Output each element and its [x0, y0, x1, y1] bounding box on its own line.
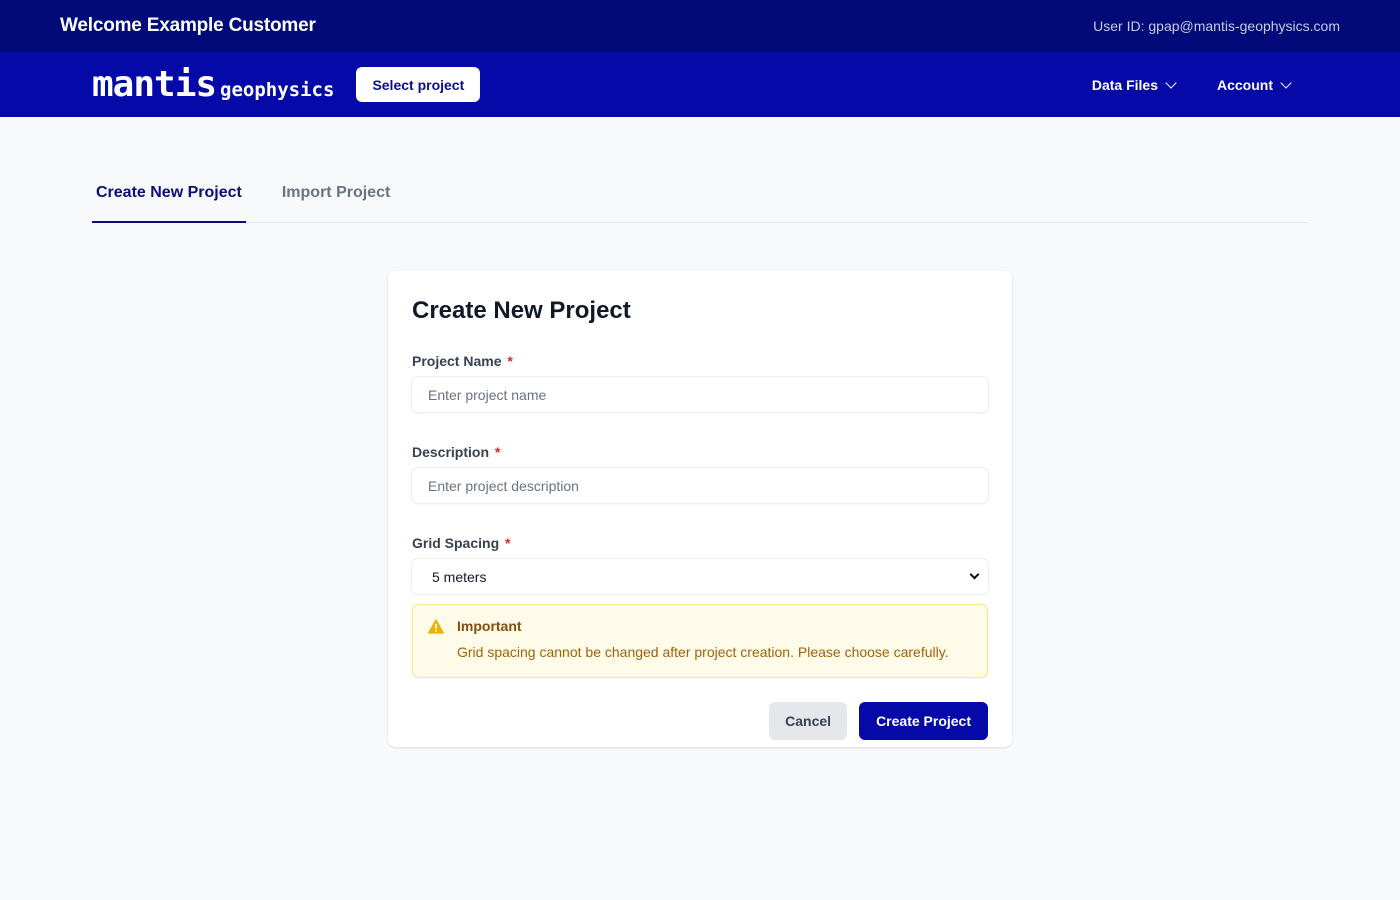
description-field: Description * — [412, 444, 988, 503]
logo-sub-text: geophysics — [220, 79, 335, 101]
required-marker: * — [494, 444, 501, 460]
description-label: Description * — [412, 444, 501, 460]
grid-spacing-label: Grid Spacing * — [412, 535, 511, 551]
user-id: User ID: gpap@mantis-geophysics.com — [1093, 18, 1340, 34]
grid-spacing-value: 5 meters — [432, 568, 487, 585]
project-name-input[interactable] — [412, 377, 988, 412]
logo-main-text: mantis — [92, 64, 217, 105]
nav-menu: Data Files Account — [1091, 52, 1292, 117]
grid-spacing-field: Grid Spacing * 5 meters — [412, 535, 988, 594]
chevron-down-icon — [969, 569, 980, 580]
alert-title: Important — [457, 618, 522, 634]
account-label: Account — [1217, 76, 1273, 93]
main-navbar: mantis geophysics Select project Data Fi… — [0, 52, 1400, 117]
welcome-message: Welcome Example Customer — [60, 15, 316, 36]
cancel-button[interactable]: Cancel — [769, 702, 848, 740]
warning-triangle-icon — [428, 619, 444, 634]
grid-spacing-select[interactable]: 5 meters — [412, 559, 988, 594]
create-project-button[interactable]: Create Project — [859, 702, 988, 740]
tab-import-project[interactable]: Import Project — [278, 170, 394, 223]
form-actions: Cancel Create Project — [412, 702, 988, 740]
required-marker: * — [507, 353, 513, 369]
project-name-field: Project Name * — [412, 353, 988, 412]
data-files-menu[interactable]: Data Files — [1091, 76, 1177, 93]
project-tabs: Create New Project Import Project — [92, 170, 1308, 223]
alert-message: Grid spacing cannot be changed after pro… — [457, 644, 949, 660]
select-project-button[interactable]: Select project — [356, 67, 481, 102]
important-alert: Important Grid spacing cannot be changed… — [412, 604, 988, 678]
chevron-down-icon — [1280, 76, 1292, 89]
data-files-label: Data Files — [1091, 76, 1158, 93]
card-title: Create New Project — [412, 297, 631, 324]
top-bar: Welcome Example Customer User ID: gpap@m… — [0, 0, 1400, 52]
logo[interactable]: mantis geophysics — [92, 64, 334, 105]
chevron-down-icon — [1165, 76, 1177, 89]
description-input[interactable] — [412, 468, 988, 503]
tab-create-new-project[interactable]: Create New Project — [92, 170, 246, 223]
project-name-label: Project Name * — [412, 353, 513, 369]
create-project-card: Create New Project Project Name * Descri… — [388, 271, 1012, 747]
account-menu[interactable]: Account — [1217, 76, 1292, 93]
required-marker: * — [505, 535, 511, 551]
